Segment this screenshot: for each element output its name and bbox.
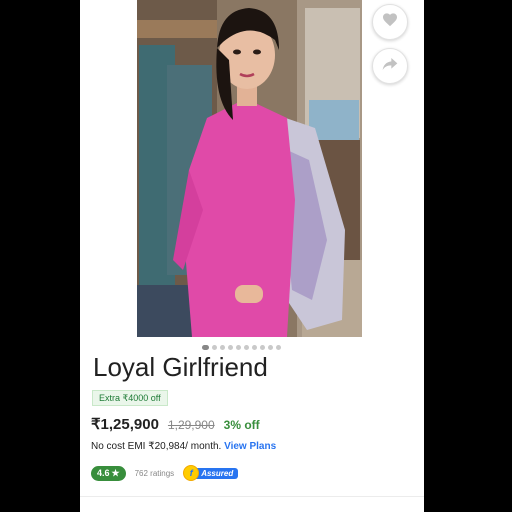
image-carousel-indicator[interactable] (202, 344, 281, 350)
divider (80, 496, 424, 497)
view-plans-link[interactable]: View Plans (224, 441, 276, 452)
carousel-dot[interactable] (212, 344, 217, 350)
assured-badge: f Assured (183, 465, 239, 481)
selling-price: ₹1,25,900 (91, 416, 159, 433)
heart-icon (382, 12, 398, 32)
emi-text: No cost EMI ₹20,984/ month. (91, 441, 222, 452)
carousel-dot[interactable] (260, 344, 265, 350)
carousel-dot[interactable] (252, 344, 257, 350)
product-page: Loyal Girlfriend Extra ₹4000 off ₹1,25,9… (80, 0, 424, 512)
product-image[interactable] (137, 0, 362, 337)
wishlist-button[interactable] (372, 4, 408, 40)
ratings-count[interactable]: 762 ratings (135, 469, 175, 478)
carousel-dot[interactable] (228, 344, 233, 350)
carousel-dot[interactable] (268, 344, 273, 350)
product-title: Loyal Girlfriend (93, 352, 268, 382)
rating-value: 4.6 (97, 468, 110, 478)
carousel-dot[interactable] (276, 344, 281, 350)
rating-row: 4.6 ★ 762 ratings f Assured (91, 465, 239, 481)
assured-label: Assured (193, 467, 239, 479)
extra-offer-badge: Extra ₹4000 off (92, 390, 168, 406)
assured-icon: f (183, 465, 200, 481)
original-price: 1,29,900 (167, 418, 215, 432)
share-button[interactable] (372, 48, 408, 84)
rating-badge[interactable]: 4.6 ★ (91, 465, 126, 481)
carousel-dot[interactable] (220, 344, 225, 350)
carousel-dot[interactable] (244, 344, 249, 350)
price-row: ₹1,25,900 1,29,900 3% off (91, 415, 260, 433)
share-icon (382, 57, 398, 76)
star-icon: ★ (111, 467, 120, 478)
carousel-dot[interactable] (202, 344, 209, 350)
discount-percent: 3% off (223, 418, 260, 432)
carousel-dot[interactable] (236, 344, 241, 350)
emi-info: No cost EMI ₹20,984/ month. View Plans (91, 441, 276, 452)
